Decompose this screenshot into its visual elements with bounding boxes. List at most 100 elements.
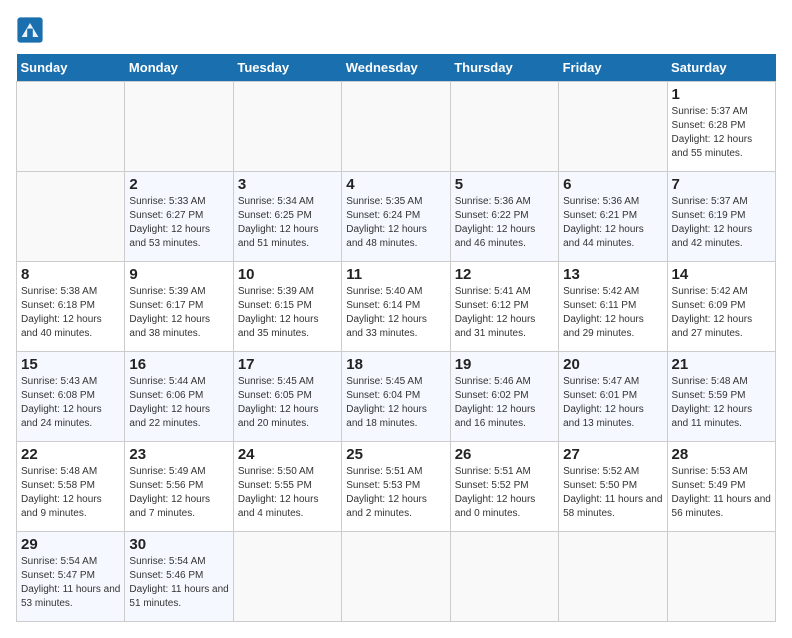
- cell-info: Sunrise: 5:35 AMSunset: 6:24 PMDaylight:…: [346, 195, 445, 251]
- calendar-cell: 3 Sunrise: 5:34 AMSunset: 6:25 PMDaylight…: [233, 172, 341, 262]
- day-number: 23: [129, 446, 228, 463]
- calendar-cell: [559, 532, 667, 622]
- calendar-cell: 15 Sunrise: 5:43 AMSunset: 6:08 PMDayligh…: [17, 352, 125, 442]
- cell-info: Sunrise: 5:36 AMSunset: 6:21 PMDaylight:…: [563, 195, 662, 251]
- calendar-cell: [17, 82, 125, 172]
- calendar-cell: 30Sunrise: 5:54 AMSunset: 5:46 PMDayligh…: [125, 532, 233, 622]
- week-row-6: 29Sunrise: 5:54 AMSunset: 5:47 PMDayligh…: [17, 532, 776, 622]
- header-row: SundayMondayTuesdayWednesdayThursdayFrid…: [17, 54, 776, 82]
- calendar-cell: 13 Sunrise: 5:42 AMSunset: 6:11 PMDayligh…: [559, 262, 667, 352]
- day-number: 8: [21, 266, 120, 283]
- calendar-cell: 22 Sunrise: 5:48 AMSunset: 5:58 PMDayligh…: [17, 442, 125, 532]
- cell-info: Sunrise: 5:40 AMSunset: 6:14 PMDaylight:…: [346, 285, 445, 341]
- week-row-2: 2 Sunrise: 5:33 AMSunset: 6:27 PMDaylight…: [17, 172, 776, 262]
- day-number: 27: [563, 446, 662, 463]
- calendar-cell: 9 Sunrise: 5:39 AMSunset: 6:17 PMDaylight…: [125, 262, 233, 352]
- calendar-cell: 1Sunrise: 5:37 AMSunset: 6:28 PMDaylight…: [667, 82, 775, 172]
- day-number: 21: [672, 356, 771, 373]
- day-number: 22: [21, 446, 120, 463]
- calendar-cell: 21 Sunrise: 5:48 AMSunset: 5:59 PMDayligh…: [667, 352, 775, 442]
- cell-info: Sunrise: 5:45 AMSunset: 6:05 PMDaylight:…: [238, 375, 337, 431]
- day-number: 16: [129, 356, 228, 373]
- header-cell-saturday: Saturday: [667, 54, 775, 82]
- day-number: 29: [21, 536, 120, 553]
- cell-info: Sunrise: 5:48 AMSunset: 5:58 PMDaylight:…: [21, 465, 120, 521]
- day-number: 3: [238, 176, 337, 193]
- week-row-5: 22 Sunrise: 5:48 AMSunset: 5:58 PMDayligh…: [17, 442, 776, 532]
- calendar-cell: [667, 532, 775, 622]
- logo: [16, 16, 48, 44]
- cell-info: Sunrise: 5:51 AMSunset: 5:52 PMDaylight:…: [455, 465, 554, 521]
- day-number: 4: [346, 176, 445, 193]
- cell-info: Sunrise: 5:48 AMSunset: 5:59 PMDaylight:…: [672, 375, 771, 431]
- calendar-cell: 28 Sunrise: 5:53 AMSunset: 5:49 PMDayligh…: [667, 442, 775, 532]
- day-number: 2: [129, 176, 228, 193]
- header-cell-sunday: Sunday: [17, 54, 125, 82]
- calendar-cell: 23 Sunrise: 5:49 AMSunset: 5:56 PMDayligh…: [125, 442, 233, 532]
- day-number: 6: [563, 176, 662, 193]
- week-row-1: 1Sunrise: 5:37 AMSunset: 6:28 PMDaylight…: [17, 82, 776, 172]
- cell-info: Sunrise: 5:37 AMSunset: 6:19 PMDaylight:…: [672, 195, 771, 251]
- day-number: 12: [455, 266, 554, 283]
- cell-info: Sunrise: 5:43 AMSunset: 6:08 PMDaylight:…: [21, 375, 120, 431]
- calendar-cell: 4 Sunrise: 5:35 AMSunset: 6:24 PMDaylight…: [342, 172, 450, 262]
- calendar-cell: [233, 532, 341, 622]
- day-number: 7: [672, 176, 771, 193]
- cell-info: Sunrise: 5:38 AMSunset: 6:18 PMDaylight:…: [21, 285, 120, 341]
- calendar-cell: 5 Sunrise: 5:36 AMSunset: 6:22 PMDaylight…: [450, 172, 558, 262]
- day-number: 20: [563, 356, 662, 373]
- cell-info: Sunrise: 5:34 AMSunset: 6:25 PMDaylight:…: [238, 195, 337, 251]
- calendar-cell: 16 Sunrise: 5:44 AMSunset: 6:06 PMDayligh…: [125, 352, 233, 442]
- day-number: 26: [455, 446, 554, 463]
- day-number: 14: [672, 266, 771, 283]
- calendar-body: 1Sunrise: 5:37 AMSunset: 6:28 PMDaylight…: [17, 82, 776, 622]
- cell-info: Sunrise: 5:36 AMSunset: 6:22 PMDaylight:…: [455, 195, 554, 251]
- header-cell-friday: Friday: [559, 54, 667, 82]
- calendar-cell: [450, 532, 558, 622]
- calendar-cell: 14Sunrise: 5:42 AMSunset: 6:09 PMDayligh…: [667, 262, 775, 352]
- calendar-cell: [450, 82, 558, 172]
- cell-info: Sunrise: 5:53 AMSunset: 5:49 PMDaylight:…: [672, 465, 771, 521]
- cell-info: Sunrise: 5:51 AMSunset: 5:53 PMDaylight:…: [346, 465, 445, 521]
- cell-info: Sunrise: 5:33 AMSunset: 6:27 PMDaylight:…: [129, 195, 228, 251]
- day-number: 17: [238, 356, 337, 373]
- header-cell-wednesday: Wednesday: [342, 54, 450, 82]
- day-number: 15: [21, 356, 120, 373]
- day-number: 13: [563, 266, 662, 283]
- calendar-cell: 19 Sunrise: 5:46 AMSunset: 6:02 PMDayligh…: [450, 352, 558, 442]
- day-number: 25: [346, 446, 445, 463]
- cell-info: Sunrise: 5:47 AMSunset: 6:01 PMDaylight:…: [563, 375, 662, 431]
- day-number: 28: [672, 446, 771, 463]
- day-number: 9: [129, 266, 228, 283]
- calendar-cell: [342, 532, 450, 622]
- calendar-cell: 11 Sunrise: 5:40 AMSunset: 6:14 PMDayligh…: [342, 262, 450, 352]
- calendar-cell: 24 Sunrise: 5:50 AMSunset: 5:55 PMDayligh…: [233, 442, 341, 532]
- calendar-cell: 27 Sunrise: 5:52 AMSunset: 5:50 PMDayligh…: [559, 442, 667, 532]
- day-number: 18: [346, 356, 445, 373]
- day-number: 30: [129, 536, 228, 553]
- calendar-cell: 6 Sunrise: 5:36 AMSunset: 6:21 PMDaylight…: [559, 172, 667, 262]
- day-number: 10: [238, 266, 337, 283]
- day-number: 19: [455, 356, 554, 373]
- cell-info: Sunrise: 5:50 AMSunset: 5:55 PMDaylight:…: [238, 465, 337, 521]
- cell-info: Sunrise: 5:44 AMSunset: 6:06 PMDaylight:…: [129, 375, 228, 431]
- calendar-cell: [342, 82, 450, 172]
- cell-info: Sunrise: 5:49 AMSunset: 5:56 PMDaylight:…: [129, 465, 228, 521]
- cell-info: Sunrise: 5:42 AMSunset: 6:11 PMDaylight:…: [563, 285, 662, 341]
- day-number: 11: [346, 266, 445, 283]
- cell-info: Sunrise: 5:46 AMSunset: 6:02 PMDaylight:…: [455, 375, 554, 431]
- calendar-cell: 2 Sunrise: 5:33 AMSunset: 6:27 PMDaylight…: [125, 172, 233, 262]
- calendar-cell: 18Sunrise: 5:45 AMSunset: 6:04 PMDayligh…: [342, 352, 450, 442]
- cell-info: Sunrise: 5:39 AMSunset: 6:17 PMDaylight:…: [129, 285, 228, 341]
- calendar-cell: 10Sunrise: 5:39 AMSunset: 6:15 PMDayligh…: [233, 262, 341, 352]
- header-cell-monday: Monday: [125, 54, 233, 82]
- cell-info: Sunrise: 5:52 AMSunset: 5:50 PMDaylight:…: [563, 465, 662, 521]
- calendar-cell: 20 Sunrise: 5:47 AMSunset: 6:01 PMDayligh…: [559, 352, 667, 442]
- day-number: 24: [238, 446, 337, 463]
- day-number: 5: [455, 176, 554, 193]
- week-row-4: 15 Sunrise: 5:43 AMSunset: 6:08 PMDayligh…: [17, 352, 776, 442]
- week-row-3: 8 Sunrise: 5:38 AMSunset: 6:18 PMDaylight…: [17, 262, 776, 352]
- calendar-cell: 12Sunrise: 5:41 AMSunset: 6:12 PMDayligh…: [450, 262, 558, 352]
- cell-info: Sunrise: 5:37 AMSunset: 6:28 PMDaylight:…: [672, 105, 771, 161]
- calendar-cell: 7 Sunrise: 5:37 AMSunset: 6:19 PMDaylight…: [667, 172, 775, 262]
